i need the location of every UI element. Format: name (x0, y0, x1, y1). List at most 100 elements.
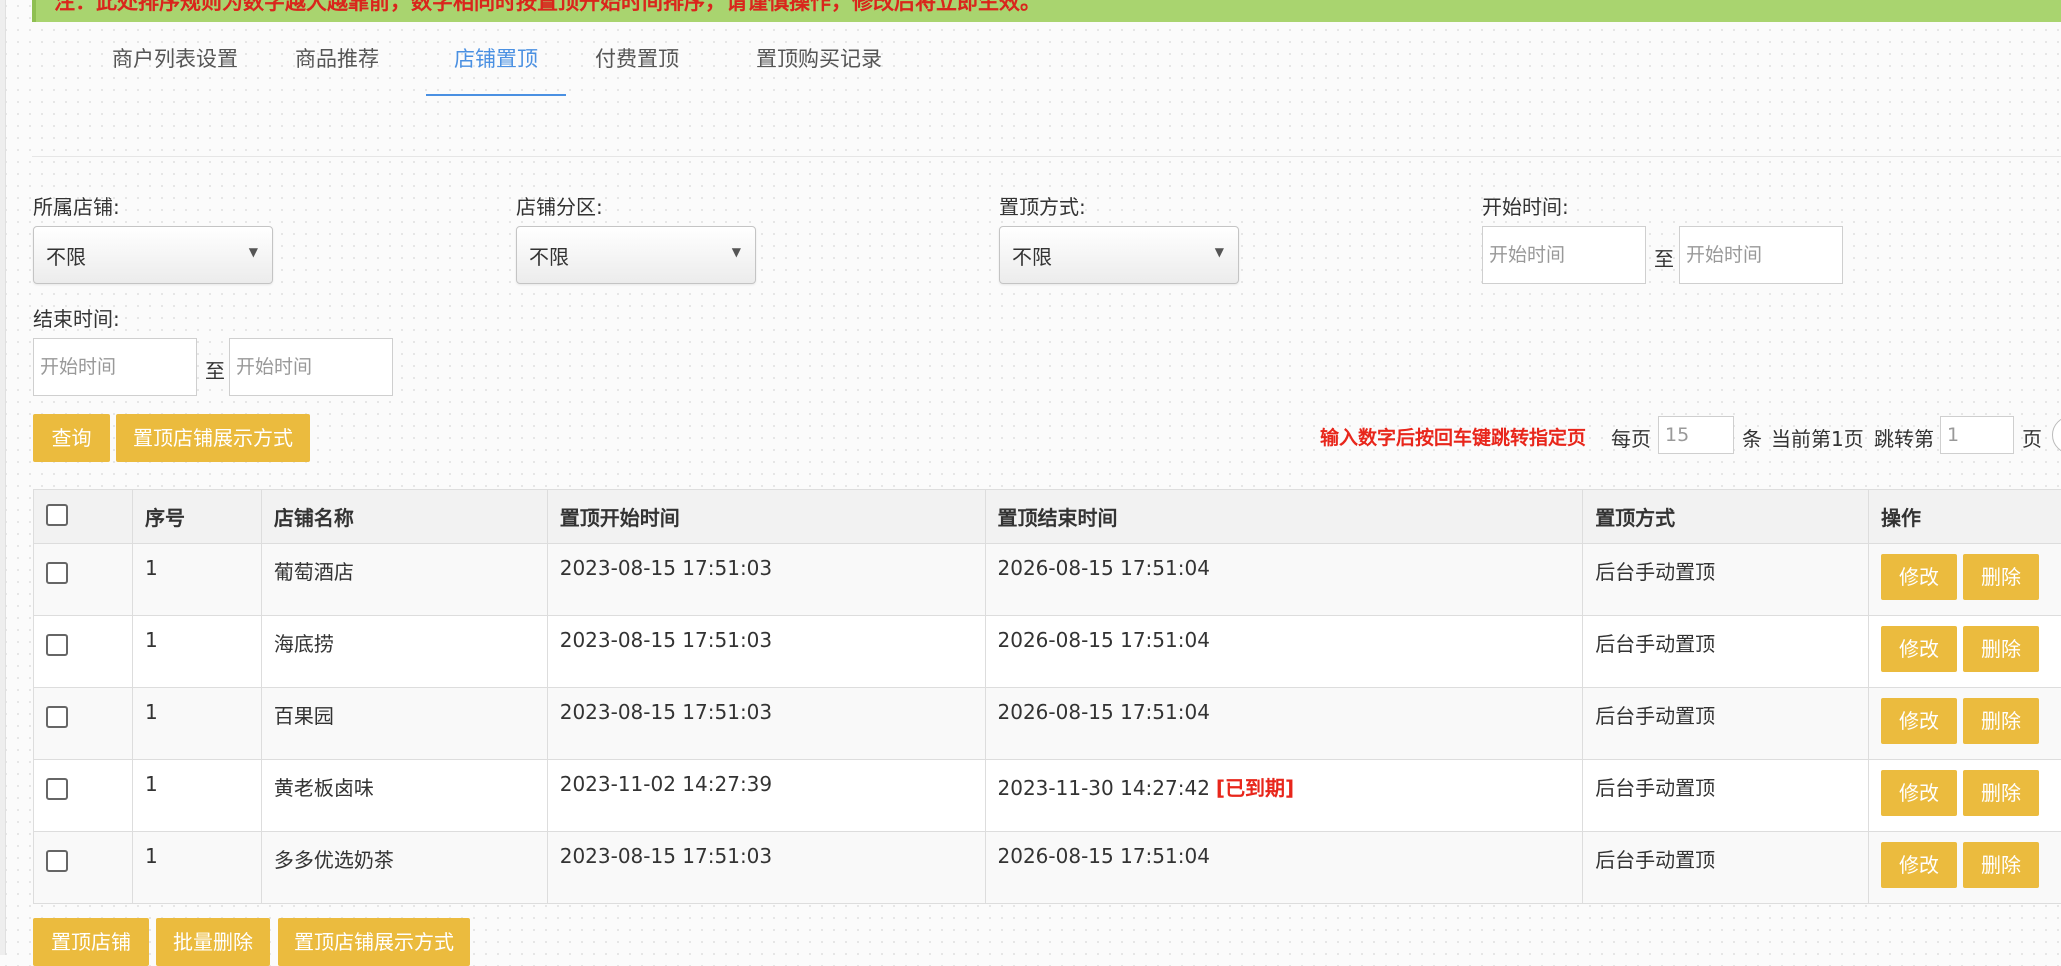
chevron-down-icon: ▼ (249, 245, 258, 259)
expired-badge: [已到期] (1216, 776, 1294, 800)
pager-hint: 输入数字后按回车键跳转指定页 (1320, 423, 1586, 450)
row-checkbox[interactable] (46, 850, 68, 872)
row-end-time-cell: 2026-08-15 17:51:04 (985, 544, 1583, 616)
query-button[interactable]: 查询 (33, 414, 110, 462)
col-header-start-time: 置顶开始时间 (547, 490, 985, 544)
row-actions: 修改删除 (1869, 760, 2061, 832)
table-row: 1 百果园 2023-08-15 17:51:03 2026-08-15 17:… (34, 688, 2061, 760)
row-actions: 修改删除 (1869, 688, 2061, 760)
delete-button[interactable]: 删除 (1963, 842, 2039, 888)
row-pin-mode: 后台手动置顶 (1583, 760, 1869, 832)
chevron-down-icon: ▼ (732, 245, 741, 259)
row-shop-name: 葡萄酒店 (261, 544, 547, 616)
pinned-shops-table: 序号 店铺名称 置顶开始时间 置顶结束时间 置顶方式 操作 1 葡萄酒店 202… (33, 489, 2061, 904)
edit-button[interactable]: 修改 (1881, 554, 1957, 600)
row-no: 1 (132, 832, 261, 904)
delete-button[interactable]: 删除 (1963, 554, 2039, 600)
row-end-time: 2026-08-15 17:51:04 (998, 700, 1210, 724)
bottom-display-mode-button[interactable]: 置顶店铺展示方式 (278, 918, 470, 966)
notice-banner: 注：此处排序规则为数字越大越靠前，数字相同时按置顶开始时间排序，请谨慎操作，修改… (32, 0, 2061, 22)
tab-paid-pin[interactable]: 付费置顶 (577, 42, 697, 94)
row-pin-mode: 后台手动置顶 (1583, 688, 1869, 760)
row-start-time: 2023-08-15 17:51:03 (547, 832, 985, 904)
display-mode-button[interactable]: 置顶店铺展示方式 (116, 414, 310, 462)
table-row: 1 葡萄酒店 2023-08-15 17:51:03 2026-08-15 17… (34, 544, 2061, 616)
jump-page-input[interactable] (1940, 416, 2014, 454)
row-pin-mode: 后台手动置顶 (1583, 832, 1869, 904)
row-start-time: 2023-08-15 17:51:03 (547, 688, 985, 760)
end-time-label: 结束时间: (33, 303, 120, 332)
page-unit: 页 (2022, 423, 2042, 452)
col-header-pin-mode: 置顶方式 (1583, 490, 1869, 544)
row-checkbox[interactable] (46, 634, 68, 656)
shop-select-value: 不限 (46, 241, 86, 270)
delete-button[interactable]: 删除 (1963, 698, 2039, 744)
jump-label: 跳转第 (1874, 423, 1934, 452)
row-actions: 修改删除 (1869, 616, 2061, 688)
edit-button[interactable]: 修改 (1881, 770, 1957, 816)
table-row: 1 黄老板卤味 2023-11-02 14:27:39 2023-11-30 1… (34, 760, 2061, 832)
row-start-time: 2023-08-15 17:51:03 (547, 544, 985, 616)
col-header-no: 序号 (132, 490, 261, 544)
row-no: 1 (132, 688, 261, 760)
delete-button[interactable]: 删除 (1963, 770, 2039, 816)
row-shop-name: 黄老板卤味 (261, 760, 547, 832)
row-checkbox[interactable] (46, 562, 68, 584)
row-checkbox[interactable] (46, 778, 68, 800)
row-actions: 修改删除 (1869, 832, 2061, 904)
table-row: 1 多多优选奶茶 2023-08-15 17:51:03 2026-08-15 … (34, 832, 2061, 904)
end-time-from-input[interactable] (33, 338, 197, 396)
row-checkbox[interactable] (46, 706, 68, 728)
tab-product-recommend[interactable]: 商品推荐 (282, 42, 392, 94)
start-time-from-input[interactable] (1482, 226, 1646, 284)
edit-button[interactable]: 修改 (1881, 626, 1957, 672)
row-pin-mode: 后台手动置顶 (1583, 616, 1869, 688)
row-no: 1 (132, 616, 261, 688)
mode-filter-label: 置顶方式: (999, 191, 1086, 220)
col-header-end-time: 置顶结束时间 (985, 490, 1583, 544)
edit-button[interactable]: 修改 (1881, 698, 1957, 744)
mode-select[interactable]: 不限 ▼ (999, 226, 1239, 284)
row-actions: 修改删除 (1869, 544, 2061, 616)
table-row: 1 海底捞 2023-08-15 17:51:03 2026-08-15 17:… (34, 616, 2061, 688)
row-end-time-cell: 2026-08-15 17:51:04 (985, 832, 1583, 904)
zone-select[interactable]: 不限 ▼ (516, 226, 756, 284)
delete-button[interactable]: 删除 (1963, 626, 2039, 672)
tab-pin-purchase-records[interactable]: 置顶购买记录 (734, 42, 904, 94)
tab-shop-pin[interactable]: 店铺置顶 (426, 42, 566, 96)
row-shop-name: 多多优选奶茶 (261, 832, 547, 904)
row-shop-name: 百果园 (261, 688, 547, 760)
row-end-time-cell: 2026-08-15 17:51:04 (985, 616, 1583, 688)
pin-shop-button[interactable]: 置顶店铺 (33, 918, 149, 966)
end-time-separator: 至 (205, 355, 225, 384)
end-time-to-input[interactable] (229, 338, 393, 396)
mode-select-value: 不限 (1012, 241, 1052, 270)
select-all-cell (34, 490, 133, 544)
tab-merchant-list-settings[interactable]: 商户列表设置 (90, 42, 260, 94)
per-page-label: 每页 (1611, 423, 1651, 452)
zone-filter-label: 店铺分区: (516, 191, 603, 220)
start-time-label: 开始时间: (1482, 191, 1569, 220)
row-end-time-cell: 2026-08-15 17:51:04 (985, 688, 1583, 760)
edit-button[interactable]: 修改 (1881, 842, 1957, 888)
per-page-input[interactable] (1658, 416, 1734, 454)
shop-select[interactable]: 不限 ▼ (33, 226, 273, 284)
row-shop-name: 海底捞 (261, 616, 547, 688)
go-button[interactable] (2052, 416, 2061, 454)
row-end-time: 2026-08-15 17:51:04 (998, 628, 1210, 652)
select-all-checkbox[interactable] (46, 504, 68, 526)
zone-select-value: 不限 (529, 241, 569, 270)
start-time-separator: 至 (1654, 243, 1674, 272)
row-no: 1 (132, 760, 261, 832)
col-header-actions: 操作 (1869, 490, 2061, 544)
row-end-time: 2026-08-15 17:51:04 (998, 556, 1210, 580)
chevron-down-icon: ▼ (1215, 245, 1224, 259)
row-end-time: 2023-11-30 14:27:42 (998, 776, 1210, 800)
row-pin-mode: 后台手动置顶 (1583, 544, 1869, 616)
row-end-time: 2026-08-15 17:51:04 (998, 844, 1210, 868)
batch-delete-button[interactable]: 批量删除 (156, 918, 270, 966)
notice-text: 注：此处排序规则为数字越大越靠前，数字相同时按置顶开始时间排序，请谨慎操作，修改… (54, 0, 1041, 16)
tabs-divider (32, 156, 2061, 157)
start-time-to-input[interactable] (1679, 226, 1843, 284)
row-end-time-cell: 2023-11-30 14:27:42[已到期] (985, 760, 1583, 832)
